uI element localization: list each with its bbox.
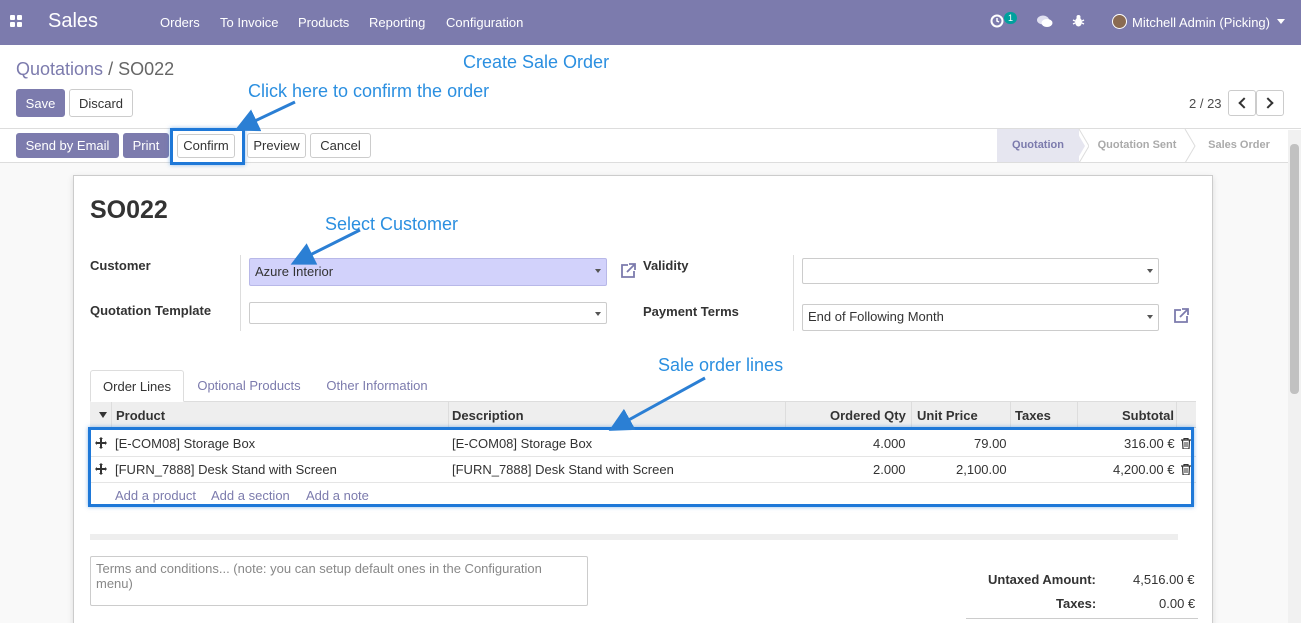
- send-by-email-button[interactable]: Send by Email: [16, 133, 119, 158]
- taxes-label: Taxes:: [1056, 596, 1097, 611]
- dropdown-caret-icon: [1147, 269, 1153, 273]
- chevron-left-icon: [1238, 97, 1250, 109]
- customer-value: Azure Interior: [255, 264, 334, 279]
- stage-sales-order[interactable]: Sales Order: [1195, 129, 1283, 162]
- validity-date-input[interactable]: [802, 258, 1159, 284]
- stage-arrow-divider: [1184, 129, 1196, 163]
- annotation-order-lines: Sale order lines: [658, 355, 784, 375]
- breadcrumb: Quotations / SO022: [16, 59, 174, 80]
- tab-order-lines[interactable]: Order Lines: [90, 370, 184, 402]
- annotation-confirm-hint: Click here to confirm the order: [248, 81, 490, 101]
- menu-products[interactable]: Products: [298, 15, 349, 30]
- quotation-template-select[interactable]: [249, 302, 607, 324]
- column-product[interactable]: Product: [116, 408, 165, 423]
- activity-badge: 1: [1004, 12, 1018, 24]
- print-button[interactable]: Print: [123, 133, 169, 158]
- column-ordered-qty[interactable]: Ordered Qty: [830, 408, 906, 423]
- pager-next-button[interactable]: [1256, 90, 1284, 116]
- quotation-template-label: Quotation Template: [90, 303, 212, 318]
- menu-configuration[interactable]: Configuration: [446, 15, 523, 30]
- payment-terms-select[interactable]: End of Following Month: [802, 304, 1159, 331]
- validity-label: Validity: [643, 258, 689, 273]
- breadcrumb-separator: /: [108, 59, 114, 79]
- dropdown-caret-icon: [595, 269, 601, 273]
- tab-optional-products[interactable]: Optional Products: [190, 370, 308, 402]
- menu-reporting[interactable]: Reporting: [369, 15, 425, 30]
- totals-divider: [966, 618, 1198, 619]
- order-lines-highlight-box: [88, 427, 1194, 507]
- external-link-icon[interactable]: [1172, 307, 1190, 325]
- user-menu[interactable]: Mitchell Admin (Picking): [1132, 15, 1270, 30]
- untaxed-amount-value: 4,516.00 €: [1133, 572, 1195, 587]
- confirm-highlight-box: [170, 128, 245, 165]
- terms-conditions-textarea[interactable]: Terms and conditions... (note: you can s…: [90, 556, 588, 606]
- save-button[interactable]: Save: [16, 89, 65, 117]
- app-brand[interactable]: Sales: [48, 10, 98, 33]
- stage-quotation-sent[interactable]: Quotation Sent: [1085, 129, 1189, 162]
- chat-icon[interactable]: [1037, 15, 1053, 28]
- annotation-create-order: Create Sale Order: [463, 52, 610, 72]
- taxes-value: 0.00 €: [1159, 596, 1196, 611]
- column-unit-price[interactable]: Unit Price: [917, 408, 978, 423]
- control-panel: [0, 45, 1301, 129]
- page-scrollbar[interactable]: [1288, 130, 1301, 623]
- table-footer-divider: [90, 534, 1178, 540]
- payment-terms-value: End of Following Month: [808, 309, 944, 324]
- activity-clock-icon[interactable]: [990, 14, 1004, 28]
- preview-button[interactable]: Preview: [247, 133, 306, 158]
- order-lines-header: Product Description Ordered Qty Unit Pri…: [90, 402, 1196, 428]
- order-title: SO022: [90, 196, 168, 224]
- stage-arrow-divider: [1075, 129, 1089, 163]
- user-menu-caret-icon[interactable]: [1277, 19, 1285, 24]
- pager-previous-button[interactable]: [1228, 90, 1256, 116]
- chevron-right-icon: [1262, 97, 1274, 109]
- column-description[interactable]: Description: [452, 408, 524, 423]
- scrollbar-thumb[interactable]: [1290, 144, 1299, 394]
- customer-label: Customer: [90, 258, 151, 273]
- pager-value[interactable]: 2 / 23: [1189, 96, 1222, 111]
- top-navbar: Sales Orders To Invoice Products Reporti…: [0, 0, 1301, 45]
- discard-button[interactable]: Discard: [69, 89, 133, 117]
- untaxed-amount-label: Untaxed Amount:: [988, 572, 1096, 587]
- stage-quotation[interactable]: Quotation: [997, 129, 1079, 162]
- external-link-icon[interactable]: [619, 262, 637, 280]
- menu-orders[interactable]: Orders: [160, 15, 200, 30]
- tab-other-information[interactable]: Other Information: [316, 370, 438, 402]
- breadcrumb-current: SO022: [118, 59, 175, 79]
- debug-bug-icon[interactable]: [1072, 14, 1085, 28]
- menu-to-invoice[interactable]: To Invoice: [220, 15, 279, 30]
- field-separator: [793, 255, 794, 331]
- annotation-select-customer: Select Customer: [325, 214, 459, 234]
- apps-menu-icon[interactable]: [10, 15, 23, 28]
- breadcrumb-quotations[interactable]: Quotations: [16, 59, 103, 79]
- dropdown-caret-icon: [1147, 315, 1153, 319]
- dropdown-caret-icon: [595, 312, 601, 316]
- column-subtotal[interactable]: Subtotal: [1122, 408, 1174, 423]
- customer-select[interactable]: Azure Interior: [249, 258, 607, 286]
- cancel-button[interactable]: Cancel: [310, 133, 371, 158]
- sort-caret-icon[interactable]: [99, 412, 107, 418]
- payment-terms-label: Payment Terms: [643, 304, 739, 319]
- field-separator: [240, 255, 241, 331]
- column-taxes[interactable]: Taxes: [1015, 408, 1051, 423]
- user-avatar[interactable]: [1112, 14, 1127, 29]
